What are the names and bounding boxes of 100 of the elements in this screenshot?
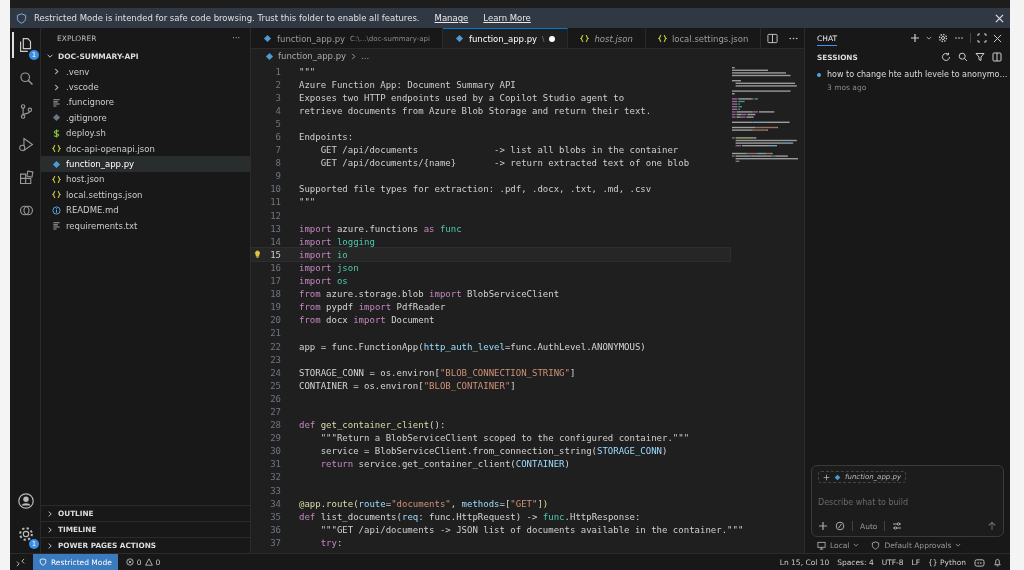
line-number: 18: [270, 289, 281, 300]
code-line: """Return a BlobServiceClient scoped to the configured container.""": [319, 433, 690, 444]
line-number: 19: [270, 302, 281, 313]
code-line: def get_container_client():: [299, 420, 446, 431]
line-number: 28: [270, 420, 281, 431]
line-number: 37: [270, 537, 281, 548]
extensions-icon: [17, 168, 35, 186]
diamond-icon: [52, 113, 61, 123]
line-number: 31: [270, 459, 281, 470]
shield-icon: [871, 540, 881, 550]
code-line: Exposes two HTTP endpoints used by a Copilot Studio agent to: [299, 92, 625, 103]
error-icon[interactable]: [125, 558, 134, 566]
file-tree-item[interactable]: README.md: [41, 202, 250, 218]
refresh-icon[interactable]: [941, 52, 951, 62]
warning-icon[interactable]: [144, 558, 153, 566]
breadcrumb-item[interactable]: ...: [361, 51, 370, 61]
bell-icon[interactable]: [993, 557, 1002, 567]
line-number: 4: [275, 105, 281, 116]
line-number: 11: [270, 197, 281, 208]
code-line: Endpoints:: [299, 132, 354, 142]
code-line: try:: [319, 537, 343, 548]
python-file-icon: [834, 473, 841, 481]
line-number: 33: [270, 485, 281, 496]
plus-icon[interactable]: [910, 33, 920, 43]
code-line: """: [299, 197, 316, 208]
line-number: 29: [270, 433, 281, 444]
line-number: 1: [275, 66, 281, 77]
line-number: 23: [270, 354, 281, 365]
breadcrumb-item[interactable]: function_app.py: [278, 51, 347, 61]
settings-icon: [17, 525, 35, 543]
code-line: import json: [299, 262, 359, 273]
line-number: 10: [270, 184, 281, 195]
code-line: """: [299, 66, 316, 77]
line-number: 2: [275, 79, 281, 90]
banner-message: Restricted Mode is intended for safe code browsing. Trust this folder to enable all features.: [34, 13, 420, 23]
line-number: 21: [270, 328, 281, 339]
filter-icon[interactable]: [975, 52, 985, 62]
line-number: 35: [270, 511, 281, 522]
line-number: 32: [270, 472, 281, 483]
file-tree-item[interactable]: .funcignore: [41, 94, 250, 111]
remote-icon[interactable]: [16, 557, 25, 567]
split-editor-icon[interactable]: [767, 32, 778, 44]
sliders-icon[interactable]: [892, 521, 903, 531]
line-number: 14: [270, 236, 281, 247]
code-line: import logging: [299, 236, 375, 247]
line-number: 12: [270, 210, 281, 221]
info-icon: [52, 205, 61, 215]
chat-session-title[interactable]: how to change hte auth levele to anonymo…: [827, 70, 1008, 79]
file-tree-item[interactable]: host.json: [41, 171, 250, 188]
text-file-icon: [52, 221, 61, 231]
add-icon[interactable]: [818, 521, 828, 531]
file-tree-item[interactable]: .gitignore: [41, 110, 250, 126]
file-tree-item[interactable]: doc-api-openapi.json: [41, 140, 250, 157]
more-button[interactable]: ···: [232, 33, 240, 43]
file-tree-item[interactable]: .venv: [41, 64, 250, 80]
line-number: 8: [275, 158, 281, 169]
banner-link[interactable]: Learn More: [483, 13, 531, 23]
file-tree-item[interactable]: deploy.sh: [41, 125, 250, 141]
send-icon[interactable]: [987, 521, 997, 531]
chevron-icon: [350, 52, 358, 60]
code-line: retrieve documents from Azure Blob Storage and return their text.: [299, 105, 652, 116]
editor-tab[interactable]: host.json: [568, 28, 646, 48]
line-number: 36: [270, 524, 281, 535]
line-number: 7: [275, 145, 281, 156]
python-file-icon: [52, 159, 61, 169]
editor-tab[interactable]: local.settings.json: [645, 28, 762, 48]
plus-icon: [823, 473, 830, 481]
search-icon[interactable]: [958, 52, 968, 62]
settings-icon[interactable]: [938, 33, 948, 43]
tools-icon[interactable]: [835, 521, 845, 531]
dollar-icon: [52, 128, 61, 138]
line-number: 30: [270, 446, 281, 457]
unsaved-dot: [549, 35, 556, 42]
code-line: service = BlobServiceClient.from_connection_string(STORAGE_CONN): [319, 446, 668, 457]
file-tree-item[interactable]: requirements.txt: [41, 217, 250, 234]
robot-icon[interactable]: [974, 557, 985, 567]
caret-icon: [853, 542, 860, 548]
code-line: return service.get_container_client(CONTAINER): [319, 459, 570, 470]
banner-link[interactable]: Manage: [434, 13, 469, 23]
file-tree-item[interactable]: local.settings.json: [41, 187, 250, 203]
code-line: from pypdf import PdfReader: [299, 302, 446, 313]
close-icon[interactable]: [993, 33, 1002, 43]
line-number: 13: [270, 223, 281, 234]
braces-icon: [657, 34, 667, 43]
file-tree-item[interactable]: .vscode: [41, 79, 250, 95]
line-number: 22: [270, 341, 281, 352]
python-file-icon: [454, 34, 464, 43]
caret-icon[interactable]: [926, 35, 932, 41]
line-number: 27: [270, 407, 281, 417]
code-line: Supported file types for extraction: .pdf, .docx, .txt, .md, .csv: [299, 184, 652, 195]
code-line: from docx import Document: [299, 315, 435, 326]
file-tree-item[interactable]: function_app.py: [41, 156, 250, 172]
line-number: 9: [275, 171, 281, 182]
split-icon[interactable]: [992, 52, 1002, 62]
code-line: import os: [299, 276, 348, 287]
line-number: 34: [270, 498, 281, 509]
maximize-icon[interactable]: [977, 33, 987, 43]
close-icon[interactable]: [995, 13, 1004, 23]
line-number: 16: [270, 262, 281, 273]
lightbulb-icon[interactable]: [253, 250, 263, 260]
